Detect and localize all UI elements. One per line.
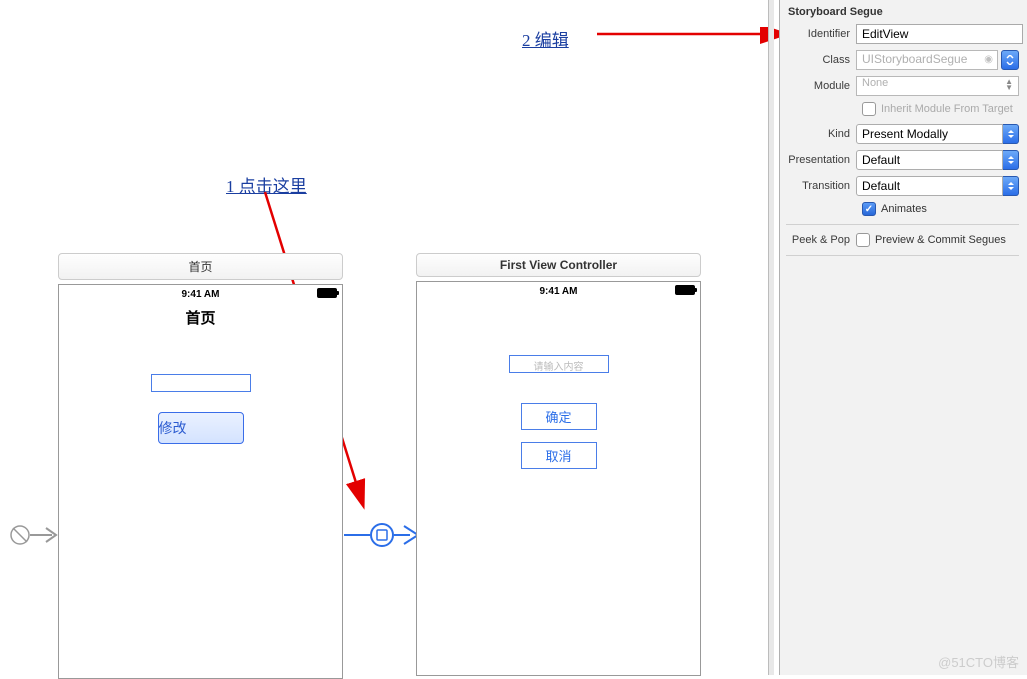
attributes-inspector: Storyboard Segue Identifier Class UIStor…: [779, 0, 1027, 675]
transition-label: Transition: [786, 180, 856, 192]
scene-home-device: 9:41 AM 首页 修改: [58, 284, 343, 679]
status-bar: 9:41 AM: [59, 285, 342, 303]
panel-divider[interactable]: [768, 0, 774, 675]
identifier-label: Identifier: [786, 28, 856, 40]
transition-select-button[interactable]: [1003, 176, 1019, 196]
identifier-input[interactable]: [856, 24, 1023, 44]
presentation-label: Presentation: [786, 154, 856, 166]
nav-title: 首页: [59, 303, 342, 334]
presentation-select-button[interactable]: [1003, 150, 1019, 170]
inherit-module-checkbox[interactable]: [862, 102, 876, 116]
scene-first-vc[interactable]: First View Controller 9:41 AM 请输入内容 确定 取…: [416, 253, 701, 676]
annotation-arrow-2: [595, 27, 795, 47]
clear-icon[interactable]: ◉: [984, 54, 993, 65]
scene-home[interactable]: 首页 9:41 AM 首页 修改: [58, 253, 343, 679]
peekpop-checkbox[interactable]: [856, 233, 870, 247]
class-input[interactable]: UIStoryboardSegue ◉: [856, 50, 998, 70]
input-field[interactable]: 请输入内容: [509, 355, 609, 373]
animates-checkbox[interactable]: [862, 202, 876, 216]
peekpop-preview-label: Preview & Commit Segues: [875, 234, 1006, 246]
section-divider: [786, 255, 1019, 256]
scene-first-title-bar[interactable]: First View Controller: [416, 253, 701, 277]
segue-present-modally-icon[interactable]: [342, 518, 422, 552]
kind-label: Kind: [786, 128, 856, 140]
status-bar: 9:41 AM: [417, 282, 700, 300]
watermark: @51CTO博客: [938, 652, 1019, 671]
presentation-select[interactable]: Default: [856, 150, 1003, 170]
annotation-step2: 2 编辑: [522, 26, 569, 51]
chevron-updown-icon: ▲▼: [1005, 79, 1013, 91]
animates-label: Animates: [881, 203, 927, 215]
annotation-step1: 1 点击这里: [226, 172, 307, 197]
status-time: 9:41 AM: [540, 286, 578, 297]
peekpop-label: Peek & Pop: [786, 234, 856, 246]
confirm-button[interactable]: 确定: [521, 403, 597, 430]
battery-icon: [317, 288, 337, 298]
class-dropdown-button[interactable]: [1001, 50, 1019, 70]
scene-home-title-bar[interactable]: 首页: [58, 253, 343, 280]
section-divider: [786, 224, 1019, 225]
cancel-button[interactable]: 取消: [521, 442, 597, 469]
modify-button[interactable]: 修改: [158, 412, 244, 444]
inherit-module-label: Inherit Module From Target: [881, 103, 1013, 115]
kind-select-button[interactable]: [1003, 124, 1019, 144]
scene-first-device: 9:41 AM 请输入内容 确定 取消: [416, 281, 701, 676]
transition-select[interactable]: Default: [856, 176, 1003, 196]
module-select[interactable]: None ▲▼: [856, 76, 1019, 96]
storyboard-canvas[interactable]: 1 点击这里 2 编辑 首页 9:41 AM 首页 修改: [0, 0, 775, 675]
status-time: 9:41 AM: [182, 289, 220, 300]
home-textfield[interactable]: [151, 374, 251, 392]
inspector-section-title: Storyboard Segue: [788, 6, 1019, 18]
battery-icon: [675, 285, 695, 295]
kind-select[interactable]: Present Modally: [856, 124, 1003, 144]
module-label: Module: [786, 80, 856, 92]
class-label: Class: [786, 54, 856, 66]
entry-point-arrow-icon: [2, 520, 62, 550]
